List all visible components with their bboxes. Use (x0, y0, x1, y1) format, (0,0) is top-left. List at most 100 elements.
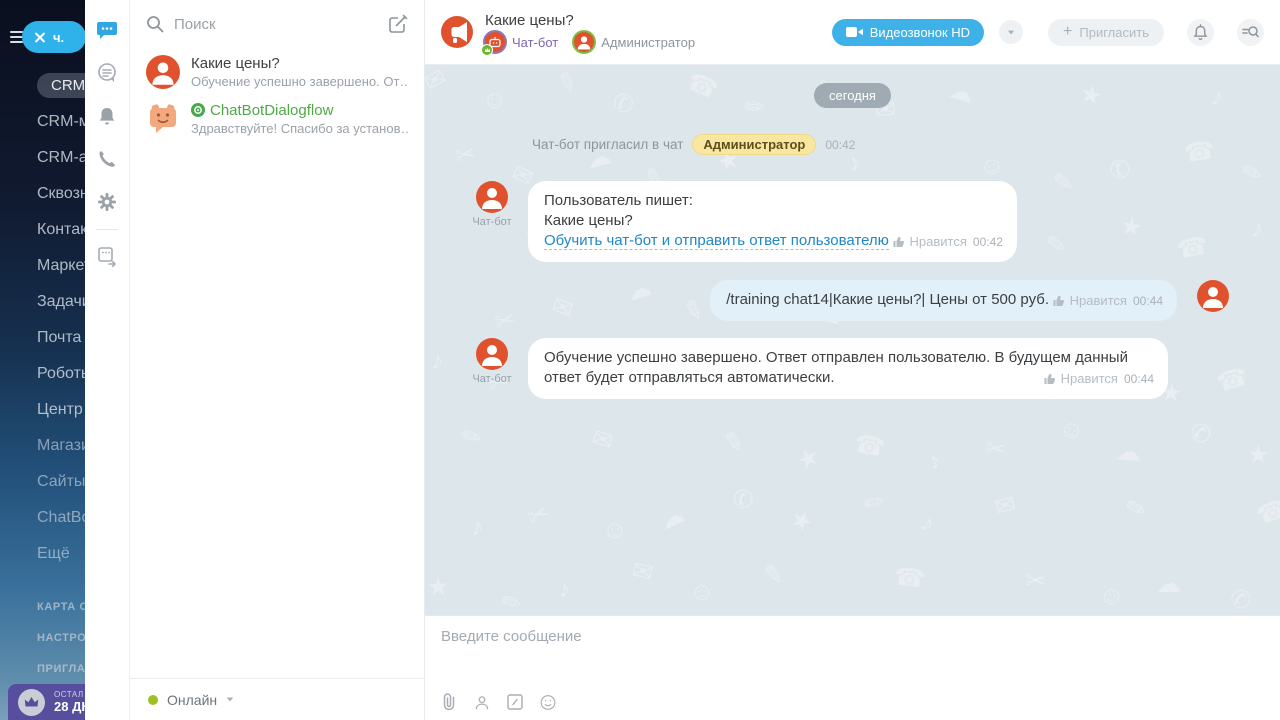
sidebar-item-shop[interactable]: Магази (0, 428, 85, 464)
message-text: Обучение успешно завершено. Ответ отправ… (544, 349, 1128, 386)
message-row-outgoing: /training chat14|Какие цены?| Цены от 50… (469, 280, 1236, 321)
sidebar-item-sites[interactable]: Сайты (0, 464, 85, 500)
message-input[interactable] (425, 616, 1280, 674)
sidebar-item-marketing[interactable]: Маркет (0, 248, 85, 284)
openlines-icon[interactable] (95, 61, 119, 85)
message-time: 00:42 (825, 138, 855, 152)
attach-file-icon[interactable] (441, 693, 457, 711)
messenger-icon[interactable] (95, 18, 119, 42)
chatbot-avatar (485, 32, 505, 52)
plan-banner[interactable]: ОСТАЛ 28 ДН (8, 684, 85, 720)
sidebar-item-mail[interactable]: Почта (0, 320, 85, 356)
open-slider-icon[interactable] (95, 244, 119, 268)
new-message-icon[interactable] (388, 14, 408, 34)
train-chatbot-link[interactable]: Обучить чат-бот и отправить ответ пользо… (544, 232, 889, 250)
video-call-label: Видеозвонок HD (870, 25, 970, 40)
administrator-avatar (574, 32, 594, 52)
status-caret-icon[interactable] (227, 698, 233, 702)
invite-label: Пригласить (1079, 25, 1149, 40)
settings-gear-icon[interactable] (95, 190, 119, 214)
mention-person-icon[interactable] (474, 693, 490, 711)
message-author-label: Чат-бот (472, 216, 511, 228)
message-text-line: Пользователь пишет: (544, 191, 889, 211)
open-chat-tab[interactable]: ч. (22, 21, 85, 53)
conversation-panel: Какие цены? Чат-бот Администратор (425, 0, 1280, 720)
participant-name: Администратор (601, 35, 695, 50)
chat-item-title: ChatBotDialogflow (210, 102, 333, 119)
sidebar-item-skvoz[interactable]: Сквозн (0, 176, 85, 212)
system-message: Чат-бот пригласил в чат Администратор 00… (532, 134, 1236, 155)
chatbot-message-avatar[interactable] (476, 338, 508, 370)
like-button[interactable]: Нравится (893, 232, 967, 252)
message-author-label: Чат-бот (472, 373, 511, 385)
sidebar-link-settings[interactable]: НАСТРОИ (0, 623, 85, 654)
quote-icon[interactable] (507, 693, 523, 711)
notifications-bell-icon[interactable] (95, 104, 119, 128)
thumb-up-icon (1053, 295, 1065, 307)
chat-tab-label: ч. (53, 30, 64, 45)
video-call-options-button[interactable] (999, 20, 1023, 44)
like-button[interactable]: Нравится (1053, 291, 1127, 311)
like-button[interactable]: Нравится (1044, 369, 1118, 389)
online-status-dot (148, 695, 158, 705)
chat-list-item-chatbotdialogflow[interactable]: ChatBotDialogflow Здравствуйте! Спасибо … (130, 95, 424, 142)
telephony-phone-icon[interactable] (95, 147, 119, 171)
system-message-text: Чат-бот пригласил в чат (532, 137, 683, 152)
messages-area: ✉✎☎✂☁★♪☺✆✏✉✎☎✂☁★♪☺✆✏✉✎☎✂☁★♪☺✆✏✉✎☎✂☁★♪☺✆✏… (425, 65, 1280, 615)
video-camera-icon (846, 26, 863, 38)
chat-list: Какие цены? Обучение успешно завершено. … (130, 48, 424, 678)
rail-divider (96, 229, 118, 230)
chat-list-panel: Какие цены? Обучение успешно завершено. … (130, 0, 425, 720)
chat-item-preview: Обучение успешно завершено. От… (191, 74, 408, 89)
sidebar-item-more[interactable]: Ещё (0, 536, 85, 572)
message-composer (425, 615, 1280, 720)
sidebar-item-robots[interactable]: Роботы (0, 356, 85, 392)
plus-icon: + (1063, 24, 1072, 40)
chat-search-row (130, 0, 424, 48)
sidebar-item-tasks[interactable]: Задачи (0, 284, 85, 320)
administrator-message-avatar[interactable] (1197, 280, 1229, 312)
conversation-header: Какие цены? Чат-бот Администратор (425, 0, 1280, 65)
chatbot-message-avatar[interactable] (476, 181, 508, 213)
message-row-incoming: Чат-бот Пользователь пишет: Какие цены? … (469, 181, 1236, 262)
sidebar-link-invite[interactable]: ПРИГЛАС (0, 654, 85, 685)
message-time: 00:44 (1124, 369, 1154, 389)
system-message-badge[interactable]: Администратор (692, 134, 816, 155)
message-bubble: /training chat14|Какие цены?| Цены от 50… (710, 280, 1177, 321)
close-icon[interactable] (34, 32, 45, 43)
video-call-button[interactable]: Видеозвонок HD (832, 19, 984, 46)
mute-notifications-button[interactable] (1187, 19, 1214, 46)
sidebar-item-contacts[interactable]: Контак (0, 212, 85, 248)
date-divider: сегодня (814, 83, 891, 108)
sidebar-item-crm-m[interactable]: CRM-м (0, 104, 85, 140)
chat-list-item-kakie-ceny[interactable]: Какие цены? Обучение успешно завершено. … (130, 48, 424, 95)
message-bubble: Пользователь пишет: Какие цены? Обучить … (528, 181, 1017, 262)
participant-chatbot[interactable]: Чат-бот (485, 32, 558, 52)
sidebar-item-chatbot[interactable]: ChatBot (0, 500, 85, 536)
chat-item-preview: Здравствуйте! Спасибо за установ… (191, 121, 408, 136)
search-input[interactable] (174, 16, 378, 33)
participant-administrator[interactable]: Администратор (574, 32, 695, 52)
bell-icon (1193, 24, 1208, 40)
message-time: 00:42 (973, 232, 1003, 252)
chat-item-title: Какие цены? (191, 55, 408, 72)
invite-button[interactable]: + Пригласить (1048, 19, 1164, 46)
search-messages-button[interactable] (1237, 19, 1264, 46)
emoji-smiley-icon[interactable] (540, 693, 556, 711)
sidebar-item-crm[interactable]: CRM (0, 68, 85, 104)
message-row-incoming: Чат-бот Обучение успешно завершено. Отве… (469, 338, 1236, 399)
thumb-up-icon (1044, 373, 1056, 385)
online-status-label: Онлайн (167, 692, 217, 708)
site-menu-items: CRM CRM-м CRM-а Сквозн Контак Маркет Зад… (0, 68, 85, 572)
message-bubble: Обучение успешно завершено. Ответ отправ… (528, 338, 1168, 399)
sidebar-link-sitemap[interactable]: КАРТА СА (0, 592, 85, 623)
conversation-title: Какие цены? (485, 12, 695, 29)
search-lines-icon (1242, 25, 1259, 39)
sidebar-item-center[interactable]: Центр (0, 392, 85, 428)
plan-remaining-label: ОСТАЛ (54, 690, 85, 699)
messages-scroll[interactable]: сегодня Чат-бот пригласил в чат Админист… (425, 65, 1280, 615)
thumb-up-icon (893, 236, 905, 248)
bot-avatar (146, 102, 180, 136)
sidebar-item-crm-a[interactable]: CRM-а (0, 140, 85, 176)
user-avatar (146, 55, 180, 89)
